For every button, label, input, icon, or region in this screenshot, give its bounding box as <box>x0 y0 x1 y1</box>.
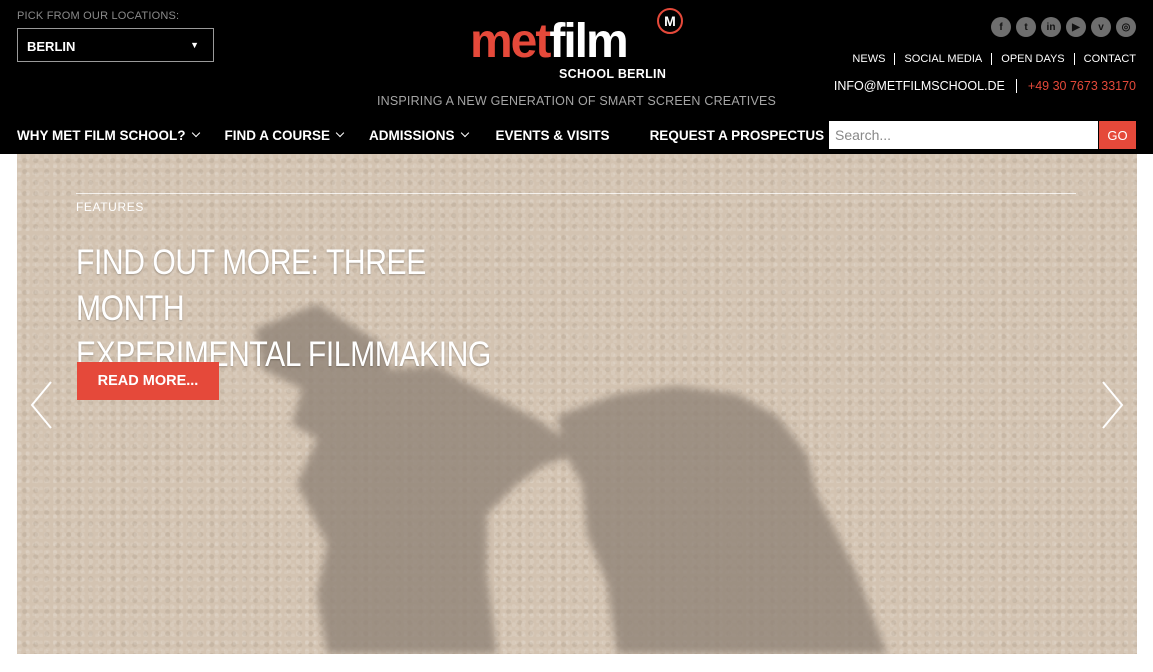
nav-item-label: ADMISSIONS <box>369 127 455 143</box>
chevron-down-icon <box>335 128 345 138</box>
location-select[interactable]: BERLIN ▼ <box>17 28 214 62</box>
tagline: INSPIRING A NEW GENERATION OF SMART SCRE… <box>376 94 777 108</box>
youtube-icon[interactable]: ▶ <box>1066 17 1086 37</box>
hero-divider <box>76 193 1076 194</box>
nav-item-label: FIND A COURSE <box>224 127 331 143</box>
contact-email-link[interactable]: INFO@METFILMSCHOOL.DE <box>834 79 1017 93</box>
instagram-icon[interactable]: ◎ <box>1116 17 1136 37</box>
twitter-icon[interactable]: t <box>1016 17 1036 37</box>
logo-wordmark: metfilm <box>470 15 629 68</box>
hero-title-line-1: FIND OUT MORE: THREE MONTH <box>76 243 426 328</box>
toplink-open-days[interactable]: OPEN DAYS <box>991 53 1073 65</box>
hero-slide: FEATURES FIND OUT MORE: THREE MONTH EXPE… <box>17 154 1137 654</box>
nav-item-label: EVENTS & VISITS <box>495 127 610 143</box>
chevron-right-icon[interactable] <box>1099 380 1125 430</box>
site-header: PICK FROM OUR LOCATIONS: BERLIN ▼ metfil… <box>0 0 1153 154</box>
nav-item-why-met-film-school[interactable]: WHY MET FILM SCHOOL? <box>17 127 200 143</box>
nav-item-request-prospectus[interactable]: REQUEST A PROSPECTUS <box>650 128 825 143</box>
caret-down-icon: ▼ <box>190 40 199 50</box>
site-logo[interactable]: metfilm M SCHOOL BERLIN <box>470 8 685 84</box>
contact-phone-link[interactable]: +49 30 7673 33170 <box>1017 79 1136 93</box>
chevron-left-icon[interactable] <box>29 380 55 430</box>
hero-background-image <box>255 304 887 654</box>
logo-badge-icon: M <box>657 8 683 34</box>
facebook-icon[interactable]: f <box>991 17 1011 37</box>
toplink-contact[interactable]: CONTACT <box>1073 53 1136 65</box>
location-label: PICK FROM OUR LOCATIONS: <box>17 10 180 22</box>
location-selected-value: BERLIN <box>27 39 76 54</box>
nav-item-label: REQUEST A PROSPECTUS <box>649 127 825 143</box>
search-go-button[interactable]: GO <box>1099 121 1136 149</box>
contact-info: INFO@METFILMSCHOOL.DE +49 30 7673 33170 <box>834 79 1136 93</box>
linkedin-icon[interactable]: in <box>1041 17 1061 37</box>
nav-item-events-visits[interactable]: EVENTS & VISITS <box>496 128 610 143</box>
main-nav: WHY MET FILM SCHOOL? FIND A COURSE ADMIS… <box>17 126 824 144</box>
search-input[interactable] <box>829 121 1098 149</box>
read-more-button[interactable]: READ MORE... <box>77 362 219 400</box>
chevron-down-icon <box>191 128 200 138</box>
nav-item-find-a-course[interactable]: FIND A COURSE <box>224 127 345 143</box>
nav-item-admissions[interactable]: ADMISSIONS <box>369 127 469 143</box>
toplink-social-media[interactable]: SOCIAL MEDIA <box>894 53 991 65</box>
toplink-news[interactable]: NEWS <box>852 53 894 65</box>
logo-subtitle: SCHOOL BERLIN <box>559 67 667 81</box>
hero-kicker: FEATURES <box>76 200 144 214</box>
chevron-down-icon <box>460 128 469 138</box>
top-links: NEWS SOCIAL MEDIA OPEN DAYS CONTACT <box>852 53 1136 65</box>
vimeo-icon[interactable]: v <box>1091 17 1111 37</box>
social-links: f t in ▶ v ◎ <box>991 17 1136 37</box>
nav-item-label: WHY MET FILM SCHOOL? <box>17 127 186 143</box>
hero-title: FIND OUT MORE: THREE MONTH EXPERIMENTAL … <box>76 240 523 378</box>
